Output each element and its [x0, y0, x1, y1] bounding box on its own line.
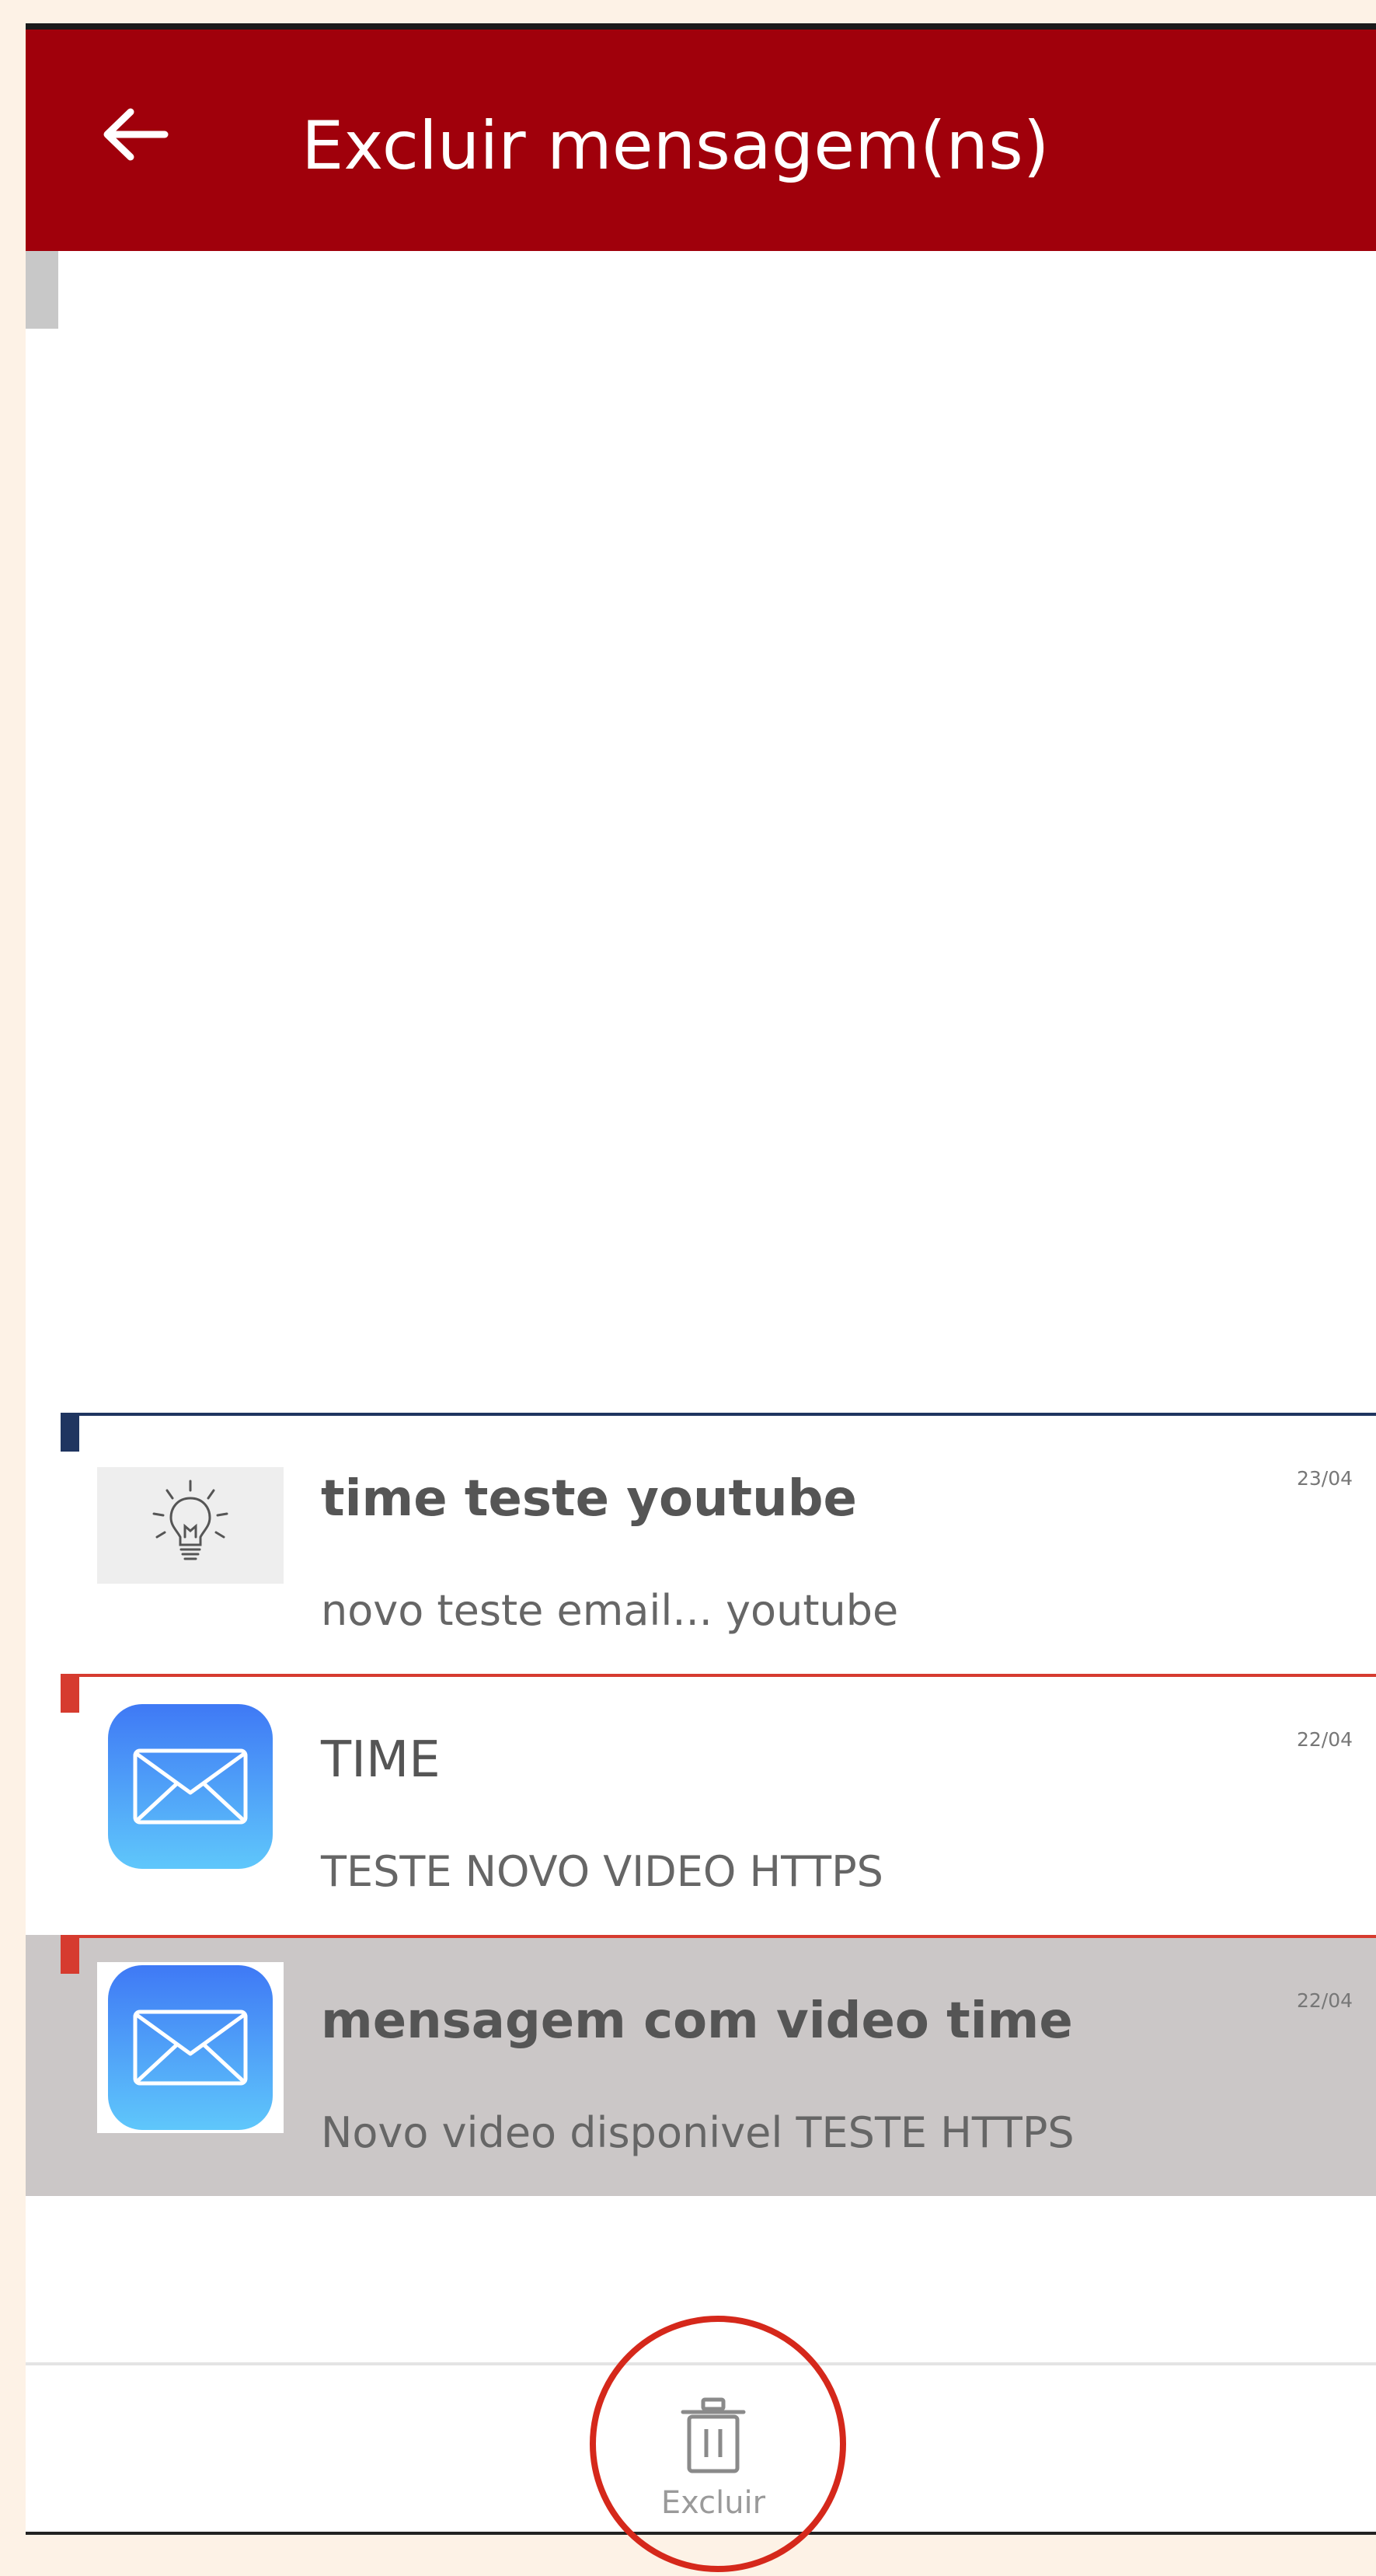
- message-thumbnail: [97, 1701, 284, 1872]
- mail-icon: [108, 1965, 273, 2130]
- message-item[interactable]: TIME TESTE NOVO VIDEO HTTPS 22/04: [26, 1674, 1376, 1935]
- message-list: time teste youtube novo teste email... y…: [26, 1413, 1376, 2196]
- delete-label: Excluir: [660, 2485, 766, 2521]
- delete-button[interactable]: Excluir: [643, 2396, 783, 2529]
- accent-marker: [61, 1674, 79, 1713]
- message-thumbnail: [97, 1962, 284, 2133]
- lightbulb-icon: [152, 1480, 228, 1560]
- accent-line: [61, 1674, 1376, 1677]
- message-preview: TESTE NOVO VIDEO HTTPS: [321, 1847, 883, 1896]
- message-preview: novo teste email... youtube: [321, 1586, 899, 1635]
- page-title: Excluir mensagem(ns): [301, 107, 1050, 185]
- accent-line: [61, 1413, 1376, 1416]
- message-thumbnail: [97, 1467, 284, 1584]
- message-title: TIME: [321, 1731, 441, 1789]
- message-date: 22/04: [1296, 1989, 1353, 2012]
- app-header: Excluir mensagem(ns): [26, 30, 1376, 251]
- phone-screen: Excluir mensagem(ns) time teste youtube …: [26, 23, 1376, 2535]
- mail-icon: [108, 1704, 273, 1869]
- trash-icon: [681, 2397, 746, 2473]
- accent-line: [61, 1935, 1376, 1938]
- message-item[interactable]: time teste youtube novo teste email... y…: [26, 1413, 1376, 1674]
- accent-marker: [61, 1413, 79, 1452]
- back-button[interactable]: [92, 99, 177, 169]
- message-title: time teste youtube: [321, 1470, 857, 1528]
- message-date: 22/04: [1296, 1728, 1353, 1751]
- message-preview: Novo video disponivel TESTE HTTPS: [321, 2108, 1075, 2157]
- message-item[interactable]: mensagem com video time Novo video dispo…: [26, 1935, 1376, 2196]
- message-title: mensagem com video time: [321, 1992, 1073, 2050]
- bottom-action-bar: Excluir: [26, 2362, 1376, 2532]
- scroll-indicator[interactable]: [26, 251, 58, 329]
- accent-marker: [61, 1935, 79, 1974]
- arrow-left-icon: [103, 108, 169, 161]
- message-date: 23/04: [1296, 1467, 1353, 1490]
